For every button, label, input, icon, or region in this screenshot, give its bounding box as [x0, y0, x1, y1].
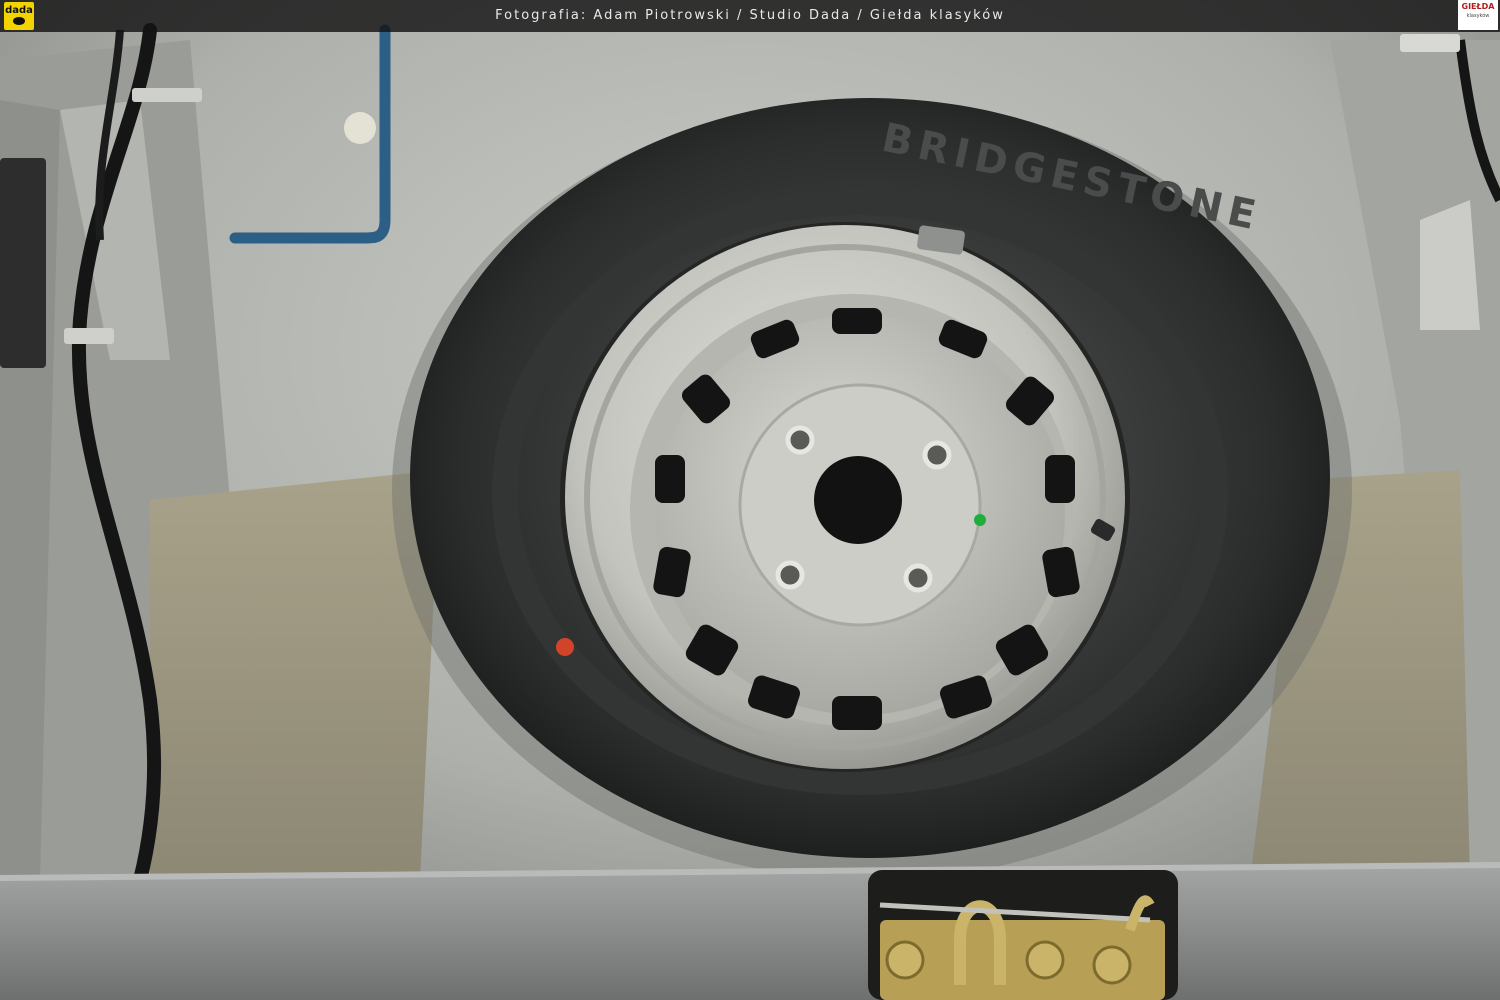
pipe-grommet — [344, 112, 376, 144]
dada-logo: dada — [4, 2, 34, 30]
cable-clip — [132, 88, 202, 102]
gielda-logo-subtext: klasyków — [1466, 13, 1490, 19]
green-paint-mark — [974, 514, 986, 526]
dada-logo-text: dada — [5, 5, 33, 16]
left-panel-opening — [0, 158, 46, 368]
trunk-photo: BRIDGESTONE — [0, 0, 1500, 1000]
red-paint-mark — [556, 638, 574, 656]
photo-credit: Fotografia: Adam Piotrowski / Studio Dad… — [495, 8, 1005, 23]
gielda-logo-text: GIEŁDA — [1461, 2, 1495, 11]
dada-logo-eye-icon — [13, 17, 25, 25]
right-clip — [1400, 34, 1460, 52]
cable-clip — [64, 328, 114, 344]
center-bore — [814, 456, 902, 544]
right-seam-sealer — [1420, 200, 1480, 330]
rear-sill-trim — [0, 865, 1500, 1000]
gielda-klasykow-logo: GIEŁDA klasyków — [1458, 0, 1498, 30]
